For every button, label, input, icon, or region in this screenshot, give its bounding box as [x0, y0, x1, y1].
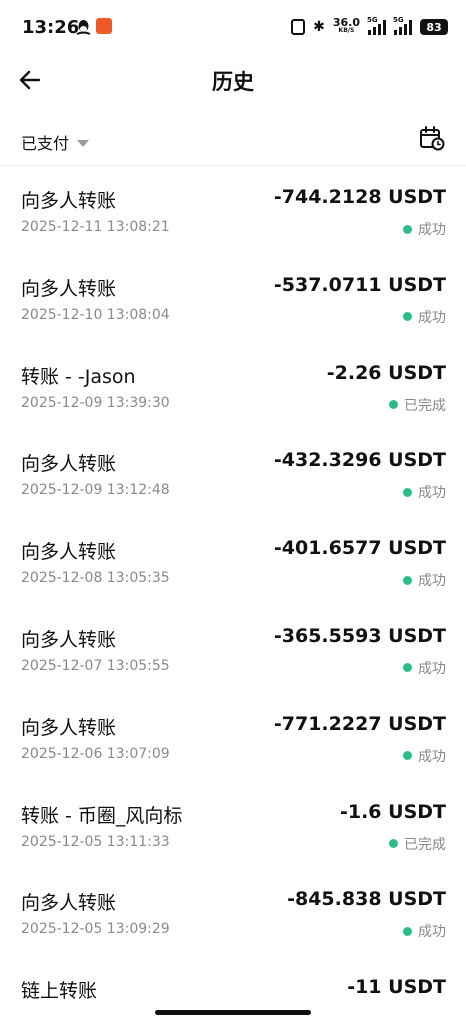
- transaction-row[interactable]: 向多人转账 2025-12-07 13:05:55 -365.5593 USDT…: [0, 607, 466, 695]
- sim1-network-tag: 5G: [367, 15, 378, 24]
- transaction-title: 转账 - -Jason: [21, 365, 136, 388]
- transaction-status: 成功: [403, 307, 446, 327]
- status-indicators: ✱ 36.0 KB/S 5G 5G 83: [291, 16, 448, 37]
- transaction-row[interactable]: 向多人转账 2025-12-11 13:08:21 -744.2128 USDT…: [0, 168, 466, 256]
- transaction-time: 2025-12-09 13:12:48: [21, 482, 170, 499]
- status-dot-icon: [403, 926, 412, 936]
- transaction-status: 成功: [403, 570, 446, 590]
- status-filter-label: 已支付: [21, 134, 70, 153]
- signal-sim2-icon: 5G: [393, 16, 412, 35]
- page-title: 历史: [212, 70, 254, 94]
- transaction-status-text: 成功: [418, 485, 446, 502]
- transaction-title: 向多人转账: [21, 892, 117, 915]
- transaction-row[interactable]: 向多人转账 2025-12-06 13:07:09 -771.2227 USDT…: [0, 695, 466, 783]
- transaction-title: 向多人转账: [21, 190, 117, 212]
- status-time: 13:26: [22, 17, 80, 38]
- transaction-title: 向多人转账: [21, 277, 117, 300]
- transaction-title: 转账 - 币圈_风向标: [21, 804, 183, 827]
- transaction-amount: -537.0711 USDT: [273, 273, 446, 296]
- header: 历史: [0, 56, 466, 104]
- status-dot-icon: [403, 575, 412, 585]
- transaction-time: 2025-12-08 13:05:35: [21, 570, 170, 587]
- transaction-status: 成功: [403, 746, 446, 766]
- transaction-row[interactable]: 转账 - -Jason 2025-12-09 13:39:30 -2.26 US…: [0, 344, 466, 432]
- status-dot-icon: [403, 487, 412, 497]
- transaction-time: 2025-12-05 13:11:33: [21, 833, 170, 850]
- transaction-status-text: 成功: [418, 573, 446, 590]
- transaction-status-text: 成功: [418, 660, 446, 677]
- transaction-time: 2025-12-10 13:08:04: [21, 306, 170, 323]
- network-speed: 36.0 KB/S: [332, 16, 360, 35]
- battery-icon: 83: [420, 19, 448, 35]
- transaction-row[interactable]: 向多人转账 2025-12-10 13:08:04 -537.0711 USDT…: [0, 256, 466, 344]
- status-dot-icon: [403, 312, 412, 322]
- transaction-title: 向多人转账: [21, 628, 117, 651]
- network-speed-unit: KB/S: [338, 27, 355, 34]
- status-dot-icon: [403, 224, 412, 234]
- sim2-network-tag: 5G: [393, 15, 404, 24]
- transaction-amount: -401.6577 USDT: [273, 537, 446, 560]
- transaction-amount: -2.26 USDT: [326, 361, 446, 384]
- transaction-list: 向多人转账 2025-12-11 13:08:21 -744.2128 USDT…: [0, 168, 466, 1024]
- status-bar: 13:26 ✱ 36.0 KB/S 5G 5G 83: [0, 0, 466, 56]
- transaction-amount: -845.838 USDT: [287, 888, 446, 911]
- vibrate-icon: [291, 19, 306, 35]
- transaction-row[interactable]: 向多人转账 2025-12-08 13:05:35 -401.6577 USDT…: [0, 519, 466, 607]
- transaction-amount: -365.5593 USDT: [273, 624, 446, 647]
- transaction-status-text: 已完成: [404, 836, 446, 853]
- transaction-status: 已完成: [389, 834, 446, 854]
- status-dot-icon: [403, 751, 412, 761]
- transaction-amount: -432.3296 USDT: [273, 449, 446, 472]
- transaction-amount: -1.6 USDT: [339, 800, 446, 823]
- transaction-status: 成功: [403, 482, 446, 502]
- signal-sim1-icon: 5G: [367, 16, 386, 35]
- transaction-time: 2025-12-05 13:09:29: [21, 921, 170, 938]
- transaction-amount: -771.2227 USDT: [273, 712, 446, 735]
- transaction-time: 2025-12-07 13:05:55: [21, 657, 170, 674]
- transaction-title: 向多人转账: [21, 453, 117, 476]
- transaction-amount: -11 USDT: [347, 976, 446, 999]
- transaction-time: 2025-12-06 13:07:09: [21, 745, 170, 762]
- transaction-status-text: 成功: [418, 222, 446, 238]
- transaction-status: 成功: [403, 219, 446, 239]
- transaction-row[interactable]: 转账 - 币圈_风向标 2025-12-05 13:11:33 -1.6 USD…: [0, 783, 466, 871]
- transaction-status-text: 已完成: [404, 397, 446, 414]
- transaction-status-text: 成功: [418, 748, 446, 765]
- home-indicator[interactable]: [155, 1010, 311, 1015]
- status-filter-dropdown[interactable]: 已支付: [21, 130, 90, 154]
- transaction-title: 链上转账: [21, 980, 98, 1003]
- network-speed-value: 36.0: [332, 16, 360, 29]
- calendar-clock-icon[interactable]: [418, 124, 446, 152]
- status-dot-icon: [389, 839, 398, 849]
- qq-icon: [76, 20, 91, 35]
- transaction-status: 成功: [403, 921, 446, 941]
- transaction-row[interactable]: 向多人转账 2025-12-05 13:09:29 -845.838 USDT …: [0, 870, 466, 958]
- bluetooth-icon: ✱: [313, 19, 325, 35]
- transaction-time: 2025-12-09 13:39:30: [21, 394, 170, 411]
- status-dot-icon: [389, 400, 398, 410]
- transaction-time: 2025-12-11 13:08:21: [21, 219, 170, 235]
- transaction-row[interactable]: 向多人转账 2025-12-09 13:12:48 -432.3296 USDT…: [0, 431, 466, 519]
- filter-bar: 已支付: [0, 118, 466, 166]
- transaction-status: 成功: [403, 658, 446, 678]
- transaction-title: 向多人转账: [21, 716, 117, 739]
- status-dot-icon: [403, 663, 412, 673]
- app-notification-icon: [96, 18, 112, 34]
- history-screen: 13:26 ✱ 36.0 KB/S 5G 5G 83 历史 已支付 向多人转账 …: [0, 0, 466, 1024]
- chevron-down-icon: [77, 139, 90, 147]
- transaction-amount: -744.2128 USDT: [273, 186, 446, 208]
- transaction-title: 向多人转账: [21, 541, 117, 564]
- transaction-status-text: 成功: [418, 924, 446, 941]
- transaction-status: 已完成: [389, 395, 446, 415]
- transaction-status-text: 成功: [418, 309, 446, 326]
